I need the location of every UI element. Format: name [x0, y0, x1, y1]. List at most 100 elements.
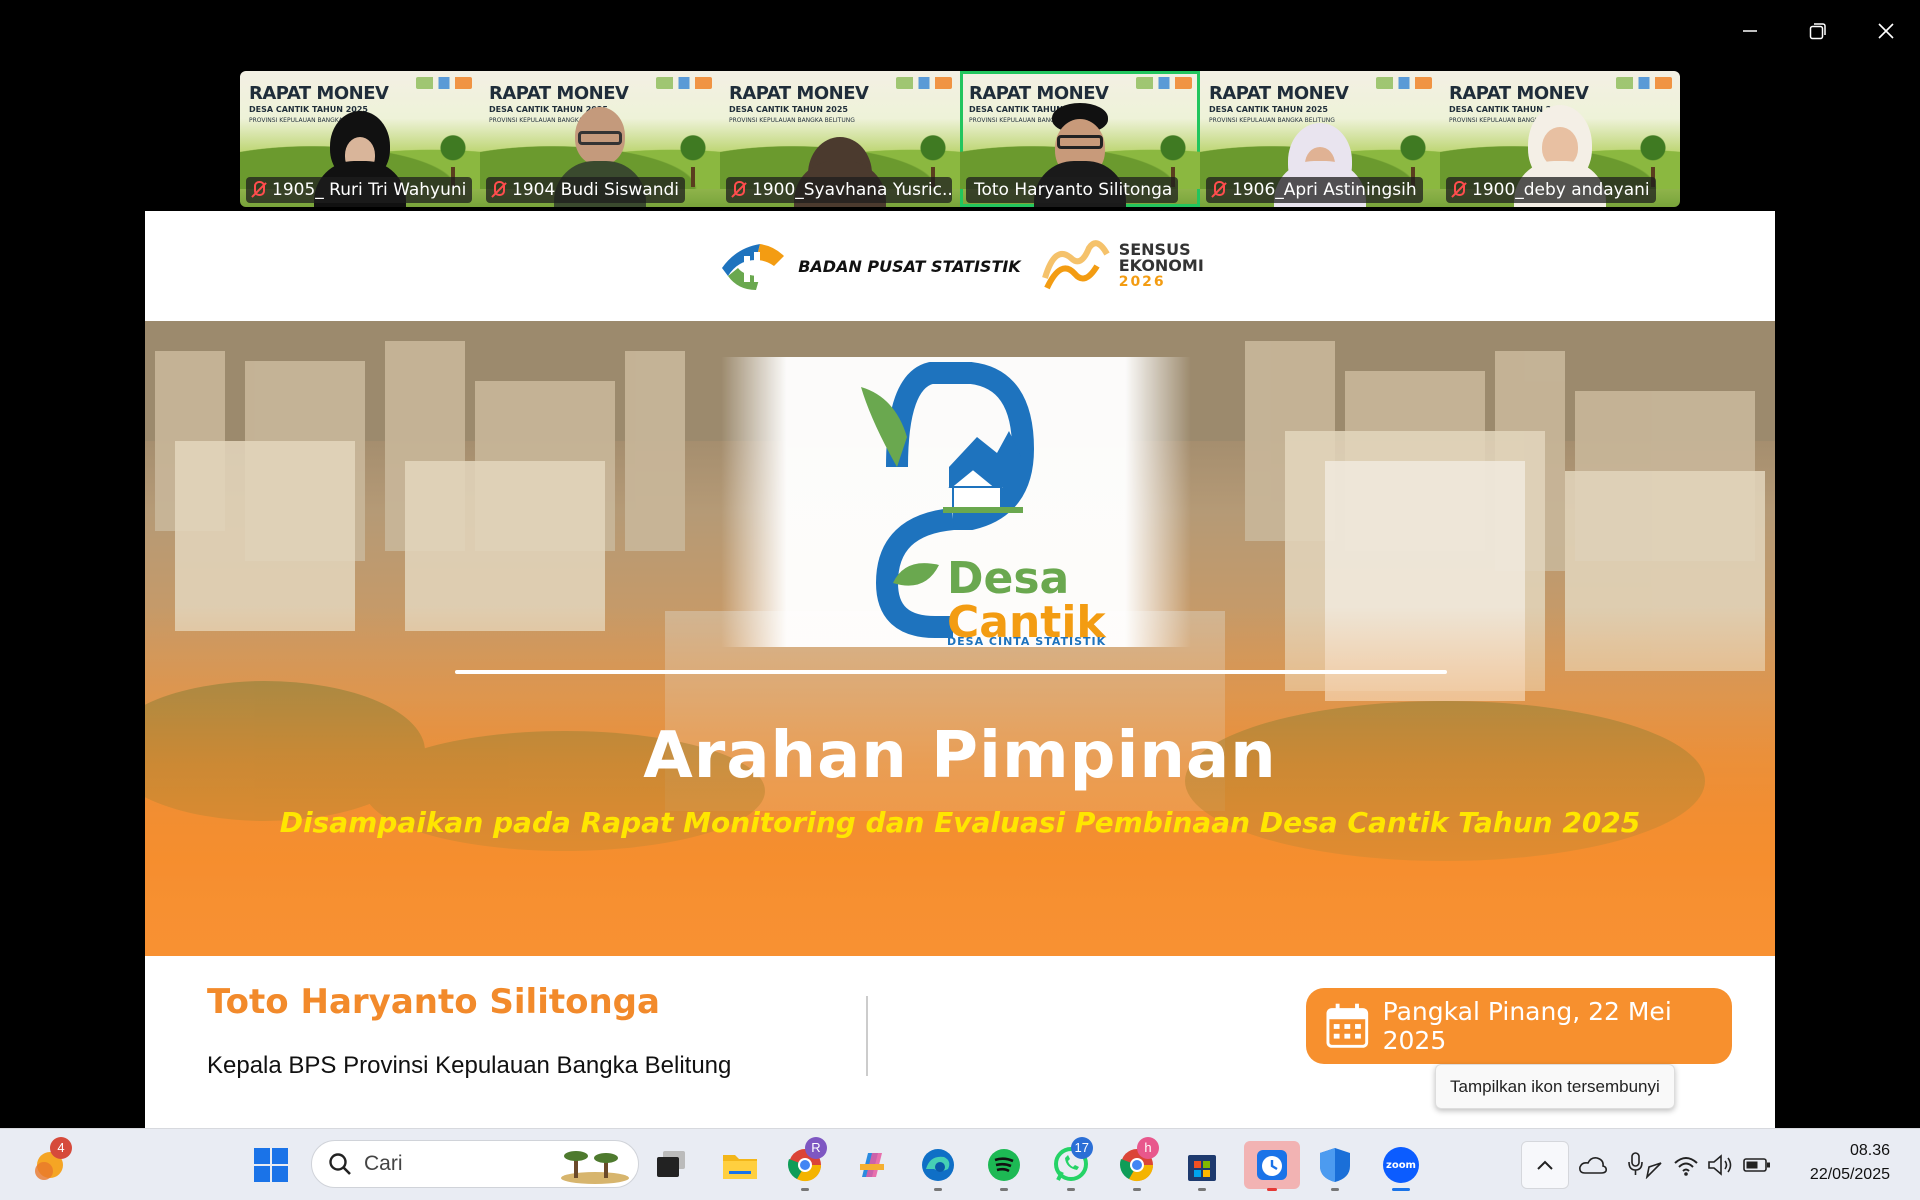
defender-button[interactable]	[1311, 1141, 1359, 1191]
census-logo: SENSUS EKONOMI 2026	[1041, 238, 1204, 294]
desa-cantik-logo-panel: Desa Cantik DESA CINTA STATISTIK	[721, 357, 1191, 648]
mic-muted-icon	[1450, 181, 1466, 199]
chevron-up-icon	[1537, 1160, 1553, 1170]
date-place-text: Pangkal Pinang, 22 Mei 2025	[1382, 997, 1672, 1055]
participant-name-label: 1904 Budi Siswandi	[486, 177, 686, 203]
battery-icon	[1743, 1158, 1770, 1172]
window-controls	[1716, 10, 1920, 52]
hidden-icons-tooltip: Tampilkan ikon tersembunyi	[1435, 1064, 1675, 1109]
participant-tile[interactable]: RAPAT MONEV DESA CANTIK TAHUN 2025 PROVI…	[240, 71, 480, 207]
taskbar-search[interactable]: Cari	[311, 1140, 639, 1188]
mic-muted-icon	[490, 181, 506, 199]
whatsapp-badge: 17	[1070, 1137, 1093, 1159]
start-button[interactable]	[247, 1141, 295, 1189]
logo-tagline: DESA CINTA STATISTIK	[947, 635, 1107, 648]
restore-icon	[1809, 23, 1826, 40]
presenter-name: Toto Haryanto Silitonga	[207, 982, 660, 1022]
participant-name-label: 1905_ Ruri Tri Wahyuni	[246, 177, 472, 203]
file-explorer-button[interactable]	[716, 1141, 764, 1189]
participant-name: 1900_Syavhana Yusric...	[752, 180, 952, 200]
chrome-profile-2-button[interactable]: h	[1113, 1137, 1161, 1191]
spotify-button[interactable]	[980, 1141, 1028, 1191]
participant-tile[interactable]: RAPAT MONEV DESA CANTIK TAHUN 2025 PROVI…	[720, 71, 960, 207]
banner-logos	[1136, 77, 1192, 89]
zoom-button[interactable]: zoom	[1377, 1141, 1425, 1191]
close-icon	[1878, 23, 1894, 39]
participant-name: 1906_Apri Astiningsih	[1232, 180, 1417, 200]
store-icon	[1188, 1155, 1216, 1181]
store-button[interactable]	[1178, 1141, 1226, 1191]
bps-emblem-icon	[722, 244, 785, 290]
minimize-icon	[1743, 30, 1757, 32]
participant-tile-active-speaker[interactable]: RAPAT MONEV DESA CANTIK TAHUN 2025 PROVI…	[960, 71, 1200, 207]
running-indicator	[1331, 1188, 1339, 1191]
slide-hero: Desa Cantik DESA CINTA STATISTIK Arahan …	[145, 321, 1775, 956]
search-icon	[329, 1153, 351, 1175]
running-indicator	[801, 1188, 809, 1191]
search-placeholder: Cari	[364, 1152, 403, 1175]
participant-tile[interactable]: RAPAT MONEV DESA CANTIK TAHUN 2025 PROVI…	[1440, 71, 1680, 207]
participant-name-label: 1900_Syavhana Yusric...	[726, 177, 952, 203]
participant-tile[interactable]: RAPAT MONEV DESA CANTIK TAHUN 2025 PROVI…	[1200, 71, 1440, 207]
banner-logos	[416, 77, 472, 89]
wifi-icon	[1674, 1157, 1698, 1176]
clock-app-button[interactable]	[1244, 1141, 1300, 1191]
participant-strip: RAPAT MONEV DESA CANTIK TAHUN 2025 PROVI…	[240, 71, 1680, 207]
clock-time: 08.36	[1849, 1142, 1890, 1159]
mic-muted-icon	[1210, 181, 1226, 199]
date-place-badge: Pangkal Pinang, 22 Mei 2025	[1306, 988, 1732, 1064]
participant-name: Toto Haryanto Silitonga	[974, 180, 1173, 200]
running-indicator	[934, 1188, 942, 1191]
participant-tile[interactable]: RAPAT MONEV DESA CANTIK TAHUN 2025 PROVI…	[480, 71, 720, 207]
census-line-2: EKONOMI	[1118, 256, 1204, 275]
shared-slide: BADAN PUSAT STATISTIK SENSUS EKONOMI 2026	[145, 211, 1775, 1128]
cloud-icon	[1579, 1157, 1607, 1174]
zoom-label: zoom	[1386, 1159, 1416, 1171]
footer-divider	[866, 996, 868, 1076]
slide-title: Arahan Pimpinan	[643, 719, 1277, 793]
participant-name-label: Toto Haryanto Silitonga	[966, 177, 1179, 203]
copilot-button[interactable]	[848, 1141, 896, 1189]
participant-name-label: 1900_deby andayani	[1446, 177, 1656, 203]
show-hidden-icons-button[interactable]	[1521, 1141, 1569, 1189]
presenter-role: Kepala BPS Provinsi Kepulauan Bangka Bel…	[207, 1052, 732, 1079]
microphone-icon	[1628, 1152, 1662, 1179]
participant-name: 1905_ Ruri Tri Wahyuni	[272, 180, 467, 200]
calendar-icon	[1326, 1003, 1369, 1048]
banner-logos	[1376, 77, 1432, 89]
chrome-profile-2-badge: h	[1137, 1137, 1159, 1159]
banner-logos	[656, 77, 712, 89]
onedrive-button[interactable]	[1571, 1141, 1615, 1189]
participant-name: 1904 Budi Siswandi	[512, 180, 680, 200]
network-volume-battery-button[interactable]	[1670, 1141, 1774, 1189]
whatsapp-button[interactable]: 17	[1047, 1137, 1095, 1191]
task-view-icon	[657, 1151, 685, 1177]
bps-logo: BADAN PUSAT STATISTIK	[716, 238, 1021, 294]
weather-widget[interactable]: 4	[26, 1137, 74, 1189]
weather-badge: 4	[50, 1137, 72, 1159]
banner-logos	[1616, 77, 1672, 89]
running-indicator	[1000, 1188, 1008, 1191]
chrome-profile-1-button[interactable]: R	[781, 1137, 829, 1191]
search-highlight-image	[561, 1151, 629, 1184]
running-indicator	[1133, 1188, 1141, 1191]
clock-date: 22/05/2025	[1809, 1166, 1890, 1183]
edge-icon	[922, 1149, 954, 1181]
alarm-clock-icon	[1257, 1150, 1287, 1180]
close-button[interactable]	[1852, 10, 1920, 52]
folder-icon	[723, 1155, 757, 1179]
task-view-button[interactable]	[647, 1141, 695, 1189]
mic-muted-icon	[730, 181, 746, 199]
system-clock[interactable]: 08.36 22/05/2025	[1810, 1139, 1890, 1187]
minimize-button[interactable]	[1716, 10, 1784, 52]
desa-cantik-logo: Desa Cantik	[861, 362, 1107, 648]
participant-name: 1900_deby andayani	[1472, 180, 1650, 200]
restore-button[interactable]	[1784, 10, 1852, 52]
census-year: 2026	[1118, 274, 1166, 290]
edge-button[interactable]	[914, 1141, 962, 1191]
running-indicator	[1392, 1188, 1410, 1191]
slide-subtitle: Disampaikan pada Rapat Monitoring dan Ev…	[279, 806, 1641, 839]
banner-logos	[896, 77, 952, 89]
mic-location-button[interactable]	[1619, 1141, 1671, 1189]
running-indicator	[1067, 1188, 1075, 1191]
